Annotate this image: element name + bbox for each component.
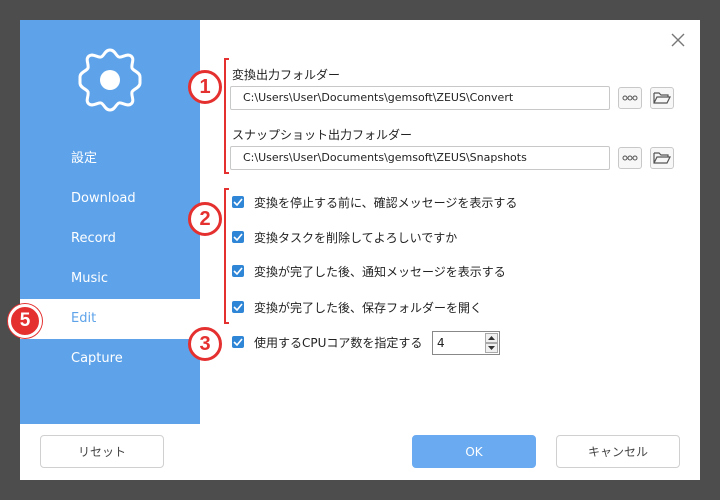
folder-icon [653,152,671,164]
annotation-bracket-2 [224,188,229,324]
option-confirm-stop[interactable]: 変換を停止する前に、確認メッセージを表示する [232,193,517,211]
output-folder-label: 変換出力フォルダー [232,68,341,82]
stepper-up-button[interactable] [485,333,498,343]
snapshot-folder-open-button[interactable] [650,147,674,169]
cpu-cores-stepper[interactable]: 4 [432,331,500,355]
more-icon [622,155,638,161]
check-icon [233,198,243,206]
check-icon [233,303,243,311]
check-icon [233,233,243,241]
check-icon [233,338,243,346]
gear-icon [78,48,142,112]
sidebar-item-record[interactable]: Record [20,219,200,259]
annotation-marker-1: 1 [188,70,222,104]
option-confirm-delete[interactable]: 変換タスクを削除してよろしいですか [232,228,457,246]
cpu-cores-value[interactable]: 4 [437,332,445,354]
option-label: 変換を停止する前に、確認メッセージを表示する [254,195,518,210]
snapshot-folder-more-button[interactable] [618,147,642,169]
option-label: 変換が完了した後、通知メッセージを表示する [254,264,506,279]
close-icon[interactable] [670,32,686,48]
snapshot-folder-label: スナップショット出力フォルダー [232,128,413,142]
settings-dialog: 設定 Download Record Music Edit Capture 変換… [20,20,700,480]
cancel-button[interactable]: キャンセル [556,435,680,468]
folder-icon [653,92,671,104]
annotation-marker-5: 5 [8,304,42,338]
arrow-up-icon [488,336,495,340]
sidebar-item-edit[interactable]: Edit [20,299,200,339]
sidebar-item-capture[interactable]: Capture [20,339,200,379]
snapshot-folder-field[interactable]: C:\Users\User\Documents\gemsoft\ZEUS\Sna… [230,146,610,170]
output-folder-open-button[interactable] [650,87,674,109]
check-icon [233,267,243,275]
option-cpu-cores[interactable]: 使用するCPUコア数を指定する [232,333,422,351]
sidebar-item-settings[interactable]: 設定 [20,139,200,179]
ok-button[interactable]: OK [412,435,536,468]
sidebar: 設定 Download Record Music Edit Capture [20,20,200,424]
arrow-down-icon [488,346,495,350]
output-folder-field[interactable]: C:\Users\User\Documents\gemsoft\ZEUS\Con… [230,86,610,110]
option-label: 変換タスクを削除してよろしいですか [254,230,458,245]
checkbox[interactable] [232,231,244,243]
stepper-buttons [485,333,498,353]
option-notify-complete[interactable]: 変換が完了した後、通知メッセージを表示する [232,262,506,280]
checkbox[interactable] [232,336,244,348]
option-open-folder[interactable]: 変換が完了した後、保存フォルダーを開く [232,298,482,316]
option-label: 変換が完了した後、保存フォルダーを開く [254,300,483,315]
annotation-marker-3: 3 [188,327,222,361]
checkbox[interactable] [232,265,244,277]
output-folder-more-button[interactable] [618,87,642,109]
option-label: 使用するCPUコア数を指定する [254,335,423,350]
annotation-bracket-1 [224,58,229,174]
reset-button[interactable]: リセット [40,435,164,468]
more-icon [622,95,638,101]
stepper-down-button[interactable] [485,343,498,353]
sidebar-item-music[interactable]: Music [20,259,200,299]
sidebar-item-download[interactable]: Download [20,179,200,219]
checkbox[interactable] [232,301,244,313]
checkbox[interactable] [232,196,244,208]
annotation-marker-2: 2 [188,202,222,236]
